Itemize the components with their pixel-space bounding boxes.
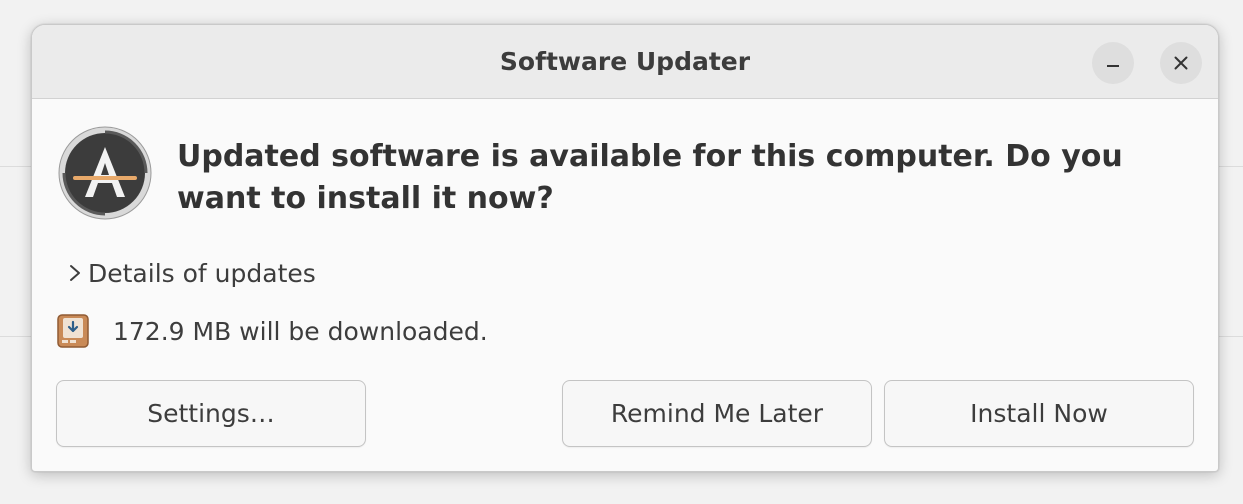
download-size-text: 172.9 MB will be downloaded. (113, 316, 488, 346)
details-expander[interactable]: Details of updates (64, 255, 316, 291)
settings-button[interactable]: Settings… (56, 380, 366, 447)
install-now-button[interactable]: Install Now (884, 380, 1194, 447)
close-button[interactable] (1160, 42, 1202, 84)
minimize-button[interactable] (1092, 42, 1134, 84)
minimize-icon (1107, 65, 1119, 67)
titlebar[interactable]: Software Updater (32, 25, 1218, 99)
software-updater-window: Software Updater Updated software is ava… (31, 24, 1219, 472)
download-size-row: 172.9 MB will be downloaded. (57, 311, 488, 351)
close-icon (1174, 56, 1188, 70)
window-title: Software Updater (499, 47, 751, 76)
software-updater-icon (58, 126, 152, 220)
chevron-right-icon (70, 265, 80, 281)
update-available-message: Updated software is available for this c… (177, 139, 1123, 216)
details-label: Details of updates (88, 258, 316, 288)
remind-me-later-button[interactable]: Remind Me Later (562, 380, 872, 447)
package-download-icon (57, 314, 89, 348)
